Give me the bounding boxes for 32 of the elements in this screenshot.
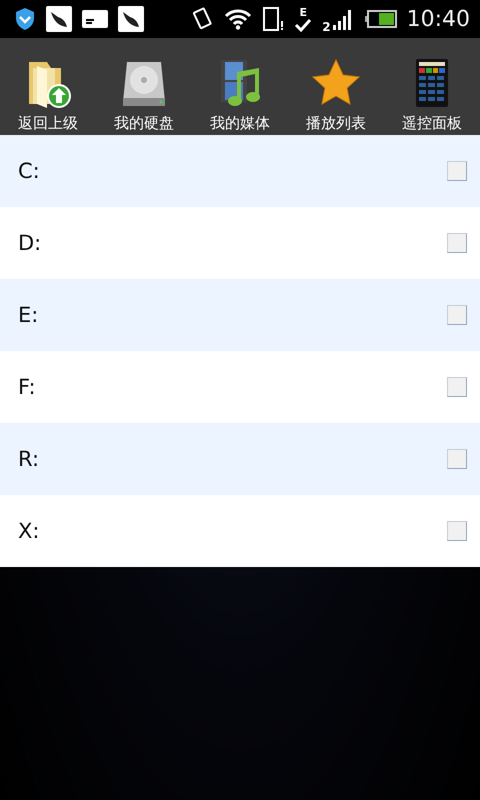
clock-time: 10:40 [406, 6, 470, 32]
drive-label: C: [18, 159, 40, 183]
drive-row[interactable]: X: [0, 495, 480, 567]
drive-row[interactable]: D: [0, 207, 480, 279]
drive-label: F: [18, 375, 36, 399]
checkbox[interactable] [447, 161, 467, 181]
drive-label: D: [18, 231, 42, 255]
shield-icon [14, 7, 36, 31]
checkbox[interactable] [447, 521, 467, 541]
checkbox[interactable] [447, 377, 467, 397]
toolbar-button[interactable]: 播放列表 [288, 38, 384, 135]
toolbar-button[interactable]: 我的媒体 [192, 38, 288, 135]
network-type: E [299, 6, 307, 18]
sim-number: 2 [322, 20, 331, 34]
checkbox[interactable] [447, 233, 467, 253]
toolbar-button[interactable]: 返回上级 [0, 38, 96, 135]
sd-card-icon [262, 7, 284, 31]
card-icon [82, 10, 108, 28]
drive-row[interactable]: R: [0, 423, 480, 495]
battery-icon [364, 10, 397, 28]
wifi-icon [224, 8, 252, 30]
drive-label: E: [18, 303, 38, 327]
drive-row[interactable]: C: [0, 135, 480, 207]
drive-label: X: [18, 519, 40, 543]
checkbox[interactable] [447, 449, 467, 469]
checkbox[interactable] [447, 305, 467, 325]
toolbar-button[interactable]: 遥控面板 [384, 38, 480, 135]
toolbar-button[interactable]: 我的硬盘 [96, 38, 192, 135]
drive-row[interactable]: E: [0, 279, 480, 351]
check-icon [294, 18, 312, 32]
drive-row[interactable]: F: [0, 351, 480, 423]
drive-label: R: [18, 447, 40, 471]
